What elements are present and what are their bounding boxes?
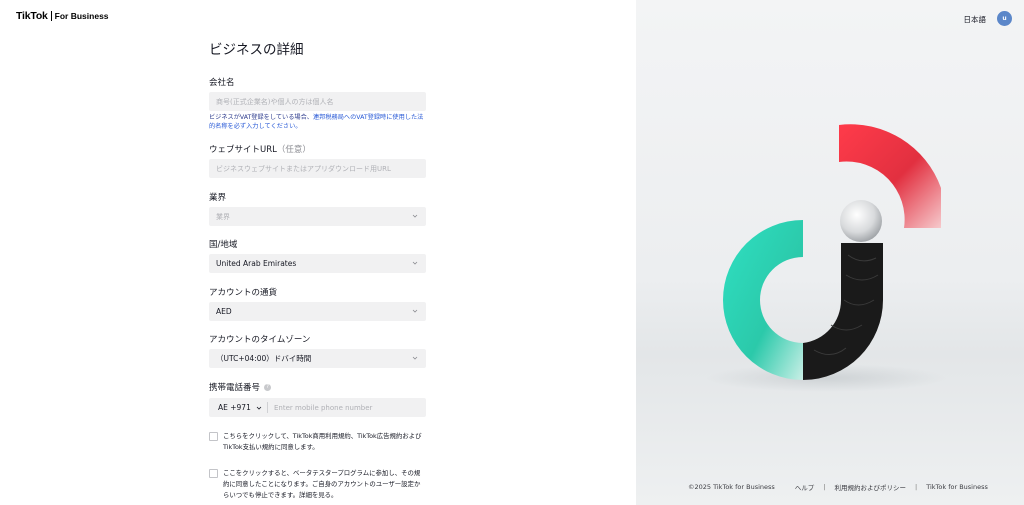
website-label-text: ウェブサイトURL	[209, 145, 277, 155]
footer: ©2025 TikTok for Business ヘルプ | 利用規約およびポ…	[688, 482, 988, 492]
black-stem	[803, 243, 883, 380]
chevron-down-icon	[412, 309, 418, 313]
country-code-value: AE +971	[218, 403, 251, 412]
website-label: ウェブサイトURL（任意）	[209, 143, 311, 155]
industry-select-value: 業界	[216, 212, 230, 221]
terms-text-line: こちらをクリックして、TikTok商用利用規約、TikTok広告規約および	[223, 432, 422, 440]
beta-text-line: らいつでも停止できます。詳細を見る。	[223, 491, 338, 499]
page-title: ビジネスの詳細	[209, 42, 304, 58]
timezone-select-value: （UTC+04:00）ドバイ時間	[216, 354, 312, 363]
logo-suffix: For Business	[54, 11, 109, 21]
industry-label: 業界	[209, 193, 227, 203]
footer-help-link[interactable]: ヘルプ	[795, 482, 815, 492]
beta-checkbox[interactable]	[209, 469, 218, 478]
beta-text: ここをクリックすると、ベータテスタープログラムに参加し、その規 約に同意したこと…	[223, 468, 420, 501]
phone-field: AE +971 Enter mobile phone number	[209, 398, 426, 417]
terms-agreement-row: こちらをクリックして、TikTok商用利用規約、TikTok広告規約および Ti…	[209, 431, 426, 453]
company-name-input[interactable]: 商号(正式企業名)や個人の方は個人名	[209, 92, 426, 111]
chevron-down-icon	[412, 214, 418, 218]
timezone-label: アカウントのタイムゾーン	[209, 335, 311, 345]
currency-select[interactable]: AED	[209, 302, 426, 321]
tiktok-for-business-logo[interactable]: TikTok For Business	[16, 10, 109, 22]
timezone-select[interactable]: （UTC+04:00）ドバイ時間	[209, 349, 426, 368]
chevron-down-icon	[412, 356, 418, 360]
beta-text-line: 約に同意したことになります。ご自身のアカウントのユーザー設定か	[223, 480, 421, 488]
form-panel: TikTok For Business ビジネスの詳細 会社名 商号(正式企業名…	[0, 0, 636, 505]
terms-checkbox[interactable]	[209, 432, 218, 441]
chevron-down-icon	[256, 406, 262, 410]
currency-label: アカウントの通貨	[209, 288, 278, 298]
footer-separator: |	[915, 483, 918, 491]
beta-text-line: ここをクリックすると、ベータテスタープログラムに参加し、その規	[223, 469, 421, 477]
logo-divider	[50, 11, 52, 21]
teal-arc	[723, 220, 803, 380]
country-code-select[interactable]: AE +971	[209, 403, 267, 412]
vat-registration-link[interactable]: 連邦税務局へのVAT登録時に使用	[313, 114, 405, 121]
company-name-label: 会社名	[209, 78, 235, 88]
industry-select[interactable]: 業界	[209, 207, 426, 226]
footer-separator: |	[823, 483, 826, 491]
marble-ball	[840, 200, 882, 242]
footer-brand-link[interactable]: TikTok for Business	[926, 483, 988, 491]
chevron-down-icon	[412, 261, 418, 265]
country-select[interactable]: United Arab Emirates	[209, 254, 426, 273]
terms-text-line: TikTok支払い規約に同意します。	[223, 443, 319, 451]
country-select-value: United Arab Emirates	[216, 259, 297, 268]
website-optional-text: （任意）	[276, 145, 311, 155]
beta-program-row: ここをクリックすると、ベータテスタープログラムに参加し、その規 約に同意したこと…	[209, 468, 426, 501]
phone-label: 携帯電話番号?	[209, 381, 272, 393]
footer-terms-link[interactable]: 利用規約およびポリシー	[835, 482, 907, 492]
phone-number-input[interactable]: Enter mobile phone number	[268, 404, 372, 412]
terms-text: こちらをクリックして、TikTok商用利用規約、TikTok広告規約および Ti…	[223, 431, 421, 453]
footer-copyright: ©2025 TikTok for Business	[688, 483, 775, 491]
phone-label-text: 携帯電話番号	[209, 383, 261, 393]
currency-select-value: AED	[216, 307, 232, 316]
country-label: 国/地域	[209, 240, 238, 250]
company-name-hint: ビジネスがVAT登録をしている場合、連邦税務局へのVAT登録時に使用した法的名称…	[209, 113, 426, 131]
info-icon[interactable]: ?	[264, 384, 272, 391]
tiktok-3d-logo-illustration	[706, 124, 946, 392]
hero-panel: 日本語 u ©2025 TikTok for Business ヘルプ | 利用…	[636, 0, 1024, 505]
website-input[interactable]: ビジネスウェブサイトまたはアプリダウンロード用URL	[209, 159, 426, 178]
logo-brand: TikTok	[16, 10, 48, 22]
hint-prefix: ビジネスがVAT登録をしている場合、	[209, 114, 313, 121]
